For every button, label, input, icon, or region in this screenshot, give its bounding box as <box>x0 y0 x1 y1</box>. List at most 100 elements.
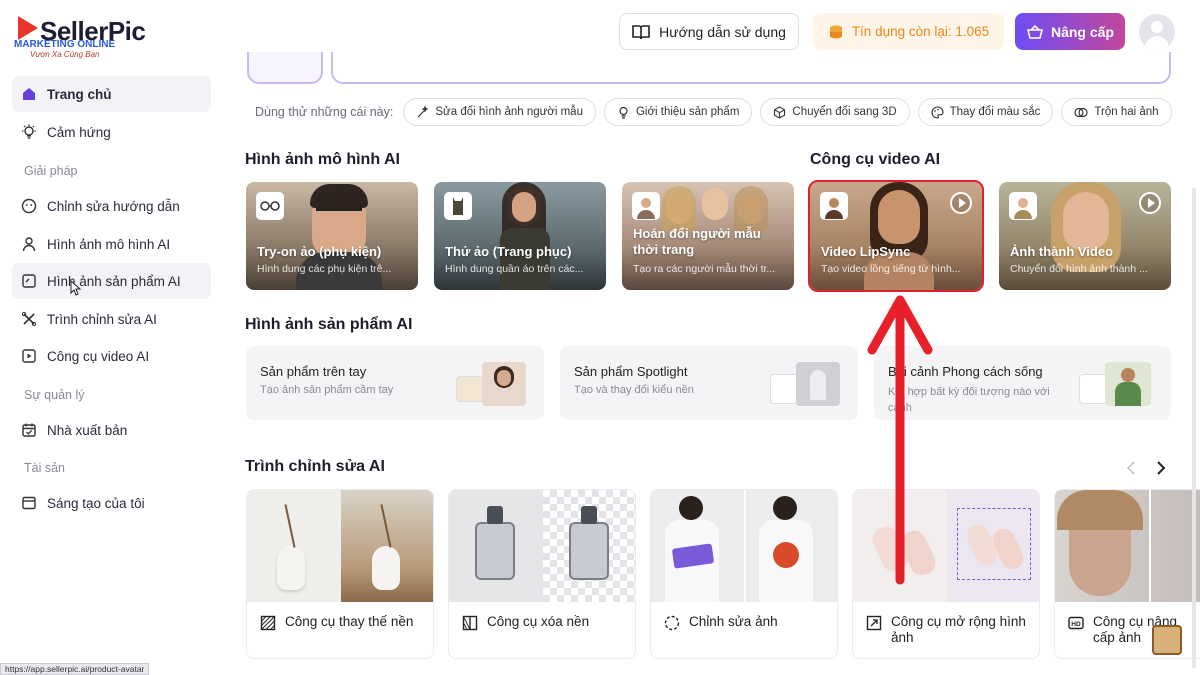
card-title: Try-on ảo (phụ kiện) <box>257 244 382 259</box>
card-subtitle: Tạo và thay đổi kiểu nền <box>574 384 694 396</box>
image-upscale-preview <box>1055 490 1200 602</box>
card-title: Bối cảnh Phong cách sống <box>888 364 1043 379</box>
card-subtitle-line2: cảnh <box>888 402 912 414</box>
calendar-icon <box>20 421 38 439</box>
sidebar-section-assets: Tài sản <box>24 461 65 475</box>
basket-icon <box>1026 24 1044 39</box>
card-title: Hoán đổi người mẫu thời trang <box>633 226 761 257</box>
chip-change-color[interactable]: Thay đổi màu sắc <box>917 98 1054 126</box>
sidebar-section-management: Sự quản lý <box>24 388 85 402</box>
card-video-lipsync[interactable]: Video LipSync Tạo video lồng tiếng từ hì… <box>808 180 984 292</box>
card-product-in-hand[interactable]: Sản phẩm trên tay Tạo ảnh sản phẩm cầm t… <box>246 346 544 420</box>
section-title-ai-product: Hình ảnh sản phẩm AI <box>245 316 413 333</box>
svg-text:HD: HD <box>1071 621 1081 628</box>
hd-icon: HD <box>1067 614 1085 632</box>
book-icon <box>632 24 650 39</box>
mode-tab[interactable] <box>247 52 323 84</box>
play-icon[interactable] <box>1139 192 1161 214</box>
sidebar-item-label: Sáng tạo của tôi <box>47 495 145 511</box>
card-image-expand[interactable]: Công cụ mở rộng hình ảnh <box>852 489 1040 659</box>
logo-tagline-2: Vươn Xa Cùng Bạn <box>30 50 100 59</box>
card-subtitle: Tạo ảnh sản phẩm cầm tay <box>260 384 394 396</box>
card-label-text: Công cụ nâng cấp ảnh <box>1093 614 1178 645</box>
try-label: Dùng thử những cái này: <box>255 105 394 119</box>
card-label-text: Công cụ xóa nền <box>487 614 590 629</box>
section-title-ai-video: Công cụ video AI <box>810 151 941 168</box>
sidebar-item-label: Hình ảnh mô hình AI <box>47 236 171 252</box>
glasses-thumb-icon <box>256 192 284 220</box>
prompt-panel[interactable] <box>331 52 1171 84</box>
bulb-icon <box>619 106 628 119</box>
section-title-ai-editor: Trình chỉnh sửa AI <box>245 458 385 475</box>
card-product-spotlight[interactable]: Sản phẩm Spotlight Tạo và thay đổi kiểu … <box>560 346 858 420</box>
card-label-text: Công cụ mở rộng hình ảnh <box>891 614 1026 645</box>
sidebar: Trang chủ Cảm hứng Giải pháp Chỉnh sửa h… <box>0 62 225 675</box>
chip-product-intro[interactable]: Giới thiệu sản phẩm <box>603 98 753 126</box>
sidebar-item-ai-product[interactable]: Hình ảnh sản phẩm AI <box>12 263 211 299</box>
logo-play-icon <box>18 16 38 40</box>
carousel-next-button[interactable] <box>1149 456 1173 480</box>
carousel-prev-button[interactable] <box>1119 456 1143 480</box>
sidebar-item-guided-edit[interactable]: Chỉnh sửa hướng dẫn <box>12 188 211 224</box>
card-title: Thử ảo (Trang phục) <box>445 244 572 259</box>
sidebar-item-label: Trang chủ <box>47 86 112 102</box>
upgrade-button[interactable]: Nâng cấp <box>1015 13 1125 50</box>
sidebar-item-ai-model[interactable]: Hình ảnh mô hình AI <box>12 226 211 262</box>
chip-label: Giới thiệu sản phẩm <box>635 106 740 118</box>
lifestyle-illustration <box>1079 360 1151 406</box>
scrollbar[interactable] <box>1192 188 1196 668</box>
chip-label: Trộn hai ảnh <box>1094 106 1159 118</box>
sidebar-item-label: Trình chỉnh sửa AI <box>47 311 157 327</box>
sidebar-item-ai-video[interactable]: Công cụ video AI <box>12 338 211 374</box>
edit-circle-icon <box>663 614 681 632</box>
sidebar-item-ai-editor[interactable]: Trình chỉnh sửa AI <box>12 301 211 337</box>
chip-blend-images[interactable]: Trộn hai ảnh <box>1061 98 1172 126</box>
card-image-to-video[interactable]: Ảnh thành Video Chuyển đổi hình ảnh thàn… <box>999 182 1171 290</box>
card-subtitle-line1: Kết hợp bất kỳ đối tượng nào với <box>888 386 1050 398</box>
card-photo-edit[interactable]: Chỉnh sửa ảnh <box>650 489 838 659</box>
photo-edit-preview <box>651 490 837 602</box>
card-label: Chỉnh sửa ảnh <box>663 614 835 632</box>
sidebar-item-home[interactable]: Trang chủ <box>12 76 211 112</box>
palette-icon <box>931 105 944 119</box>
chip-convert-3d[interactable]: Chuyển đổi sang 3D <box>760 98 910 126</box>
card-title: Video LipSync <box>821 244 911 259</box>
card-lifestyle-scene[interactable]: Bối cảnh Phong cách sống Kết hợp bất kỳ … <box>874 346 1171 420</box>
main-content: Dùng thử những cái này: Sửa đổi hình ảnh… <box>225 52 1200 675</box>
face-icon <box>20 197 38 215</box>
card-title: Sản phẩm Spotlight <box>574 364 688 379</box>
sidebar-section-solutions: Giải pháp <box>24 164 78 178</box>
card-label: Công cụ mở rộng hình ảnh <box>865 614 1037 646</box>
card-tryon-accessories[interactable]: Try-on ảo (phụ kiện) Hình dung các phụ k… <box>246 182 418 290</box>
sidebar-item-publisher[interactable]: Nhà xuất bản <box>12 412 211 448</box>
chip-edit-model-image[interactable]: Sửa đổi hình ảnh người mẫu <box>403 98 596 126</box>
card-tryon-outfit[interactable]: Thử ảo (Trang phục) Hình dung quần áo tr… <box>434 182 606 290</box>
avatar[interactable] <box>1139 14 1175 50</box>
bg-replace-preview <box>247 490 433 602</box>
card-swap-fashion-model[interactable]: Hoán đổi người mẫu thời trang Tạo ra các… <box>622 182 794 290</box>
bg-remove-preview <box>449 490 635 602</box>
hatch-icon <box>259 614 277 632</box>
sidebar-item-my-creations[interactable]: Sáng tạo của tôi <box>12 485 211 521</box>
chip-label: Sửa đổi hình ảnh người mẫu <box>435 106 583 118</box>
card-title: Ảnh thành Video <box>1010 244 1114 259</box>
play-icon[interactable] <box>950 192 972 214</box>
cube-icon <box>774 105 786 119</box>
wand-icon <box>417 105 429 117</box>
card-bg-replace[interactable]: Công cụ thay thế nền <box>246 489 434 659</box>
channel-watermark-icon <box>1152 625 1182 655</box>
lipsync-thumb-icon <box>820 192 848 220</box>
video-icon <box>20 347 38 365</box>
card-bg-remove[interactable]: Công cụ xóa nền <box>448 489 636 659</box>
tools-icon <box>20 310 38 328</box>
card-label: Công cụ thay thế nền <box>259 614 431 632</box>
card-subtitle: Tạo ra các người mẫu thời tr... <box>633 263 776 275</box>
card-label-text: Chỉnh sửa ảnh <box>689 614 778 629</box>
logo[interactable]: SellerPic MARKETING ONLINE Vươn Xa Cùng … <box>14 10 164 60</box>
home-icon <box>20 85 38 103</box>
sidebar-item-inspiration[interactable]: Cảm hứng <box>12 114 211 150</box>
sidebar-item-label: Nhà xuất bản <box>47 422 128 438</box>
credit-badge[interactable]: Tín dụng còn lại: 1.065 <box>813 13 1004 50</box>
mouse-cursor-icon <box>70 280 82 296</box>
guide-button[interactable]: Hướng dẫn sử dụng <box>619 13 799 50</box>
